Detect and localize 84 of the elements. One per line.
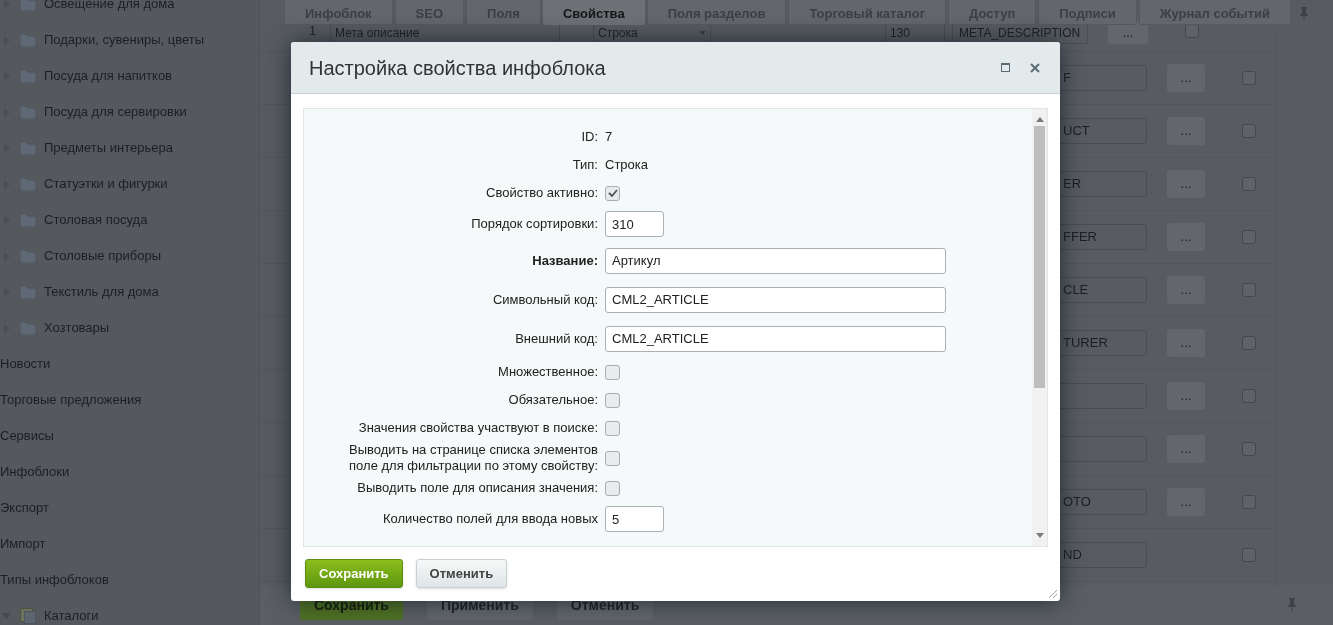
field-label: Обязательное: bbox=[507, 392, 598, 408]
checkbox[interactable] bbox=[605, 185, 620, 201]
input-field[interactable]: CML2_ARTICLE bbox=[605, 325, 946, 352]
sidebar-item[interactable]: Предметы интерьера bbox=[44, 138, 173, 158]
folder-icon bbox=[20, 321, 36, 335]
dialog-title: Настройка свойства инфоблока bbox=[309, 55, 607, 81]
folder-icon bbox=[20, 69, 36, 83]
field-label: Выводить на странице списка элементов поле для фильтрации по этому свойству: bbox=[348, 442, 598, 474]
field-label: Выводить поле для описания значения: bbox=[356, 480, 598, 496]
more-button[interactable]: ... bbox=[1167, 382, 1205, 410]
checkbox[interactable] bbox=[1242, 71, 1256, 85]
sidebar-item[interactable]: Новости bbox=[0, 354, 51, 374]
field-label: Тип: bbox=[571, 157, 598, 173]
more-button[interactable]: ... bbox=[1167, 329, 1205, 357]
sidebar-item[interactable]: Торговые предложения bbox=[0, 390, 142, 410]
sidebar-item[interactable]: Подарки, сувениры, цветы bbox=[44, 30, 205, 50]
checkbox[interactable] bbox=[605, 392, 620, 408]
input-field[interactable]: CML2_ARTICLE bbox=[605, 286, 946, 313]
checkbox[interactable] bbox=[605, 450, 620, 466]
sidebar-item[interactable]: Инфоблоки bbox=[0, 462, 70, 482]
sidebar-item[interactable]: Экспорт bbox=[0, 498, 49, 518]
more-button[interactable]: ... bbox=[1167, 170, 1205, 198]
sidebar-item[interactable]: Столовые приборы bbox=[44, 246, 161, 266]
field-label: Множественное: bbox=[497, 364, 598, 380]
sidebar-item[interactable]: Сервисы bbox=[0, 426, 54, 446]
checkbox[interactable] bbox=[1242, 389, 1256, 403]
folder-icon bbox=[20, 213, 36, 227]
checkbox[interactable] bbox=[1242, 177, 1256, 191]
sidebar-item[interactable]: Импорт bbox=[0, 534, 46, 554]
sidebar-item[interactable]: Столовая посуда bbox=[44, 210, 148, 230]
more-button[interactable]: ... bbox=[1167, 488, 1205, 516]
field-label: Порядок сортировки: bbox=[470, 216, 598, 232]
sidebar-item[interactable]: Хозтовары bbox=[44, 318, 110, 338]
folder-icon bbox=[20, 177, 36, 191]
save-button[interactable]: Сохранить bbox=[305, 559, 403, 588]
folder-icon bbox=[20, 249, 36, 263]
checkbox[interactable] bbox=[605, 420, 620, 436]
cancel-button[interactable]: Отменить bbox=[415, 559, 508, 588]
checkbox[interactable] bbox=[1242, 283, 1256, 297]
sidebar-item[interactable]: Каталоги bbox=[44, 606, 99, 625]
checkbox[interactable] bbox=[1242, 442, 1256, 456]
field-label: Количество полей для ввода новых bbox=[381, 511, 598, 527]
field-value: 7 bbox=[605, 128, 613, 147]
field-label: Название: bbox=[531, 252, 598, 269]
checkbox[interactable] bbox=[1242, 124, 1256, 138]
checkbox[interactable] bbox=[1242, 548, 1256, 562]
folder-icon bbox=[20, 33, 36, 47]
resize-grip-icon[interactable] bbox=[1047, 588, 1058, 599]
field-label: Свойство активно: bbox=[485, 185, 598, 201]
field-label: Внешний код: bbox=[514, 330, 598, 347]
more-button[interactable]: ... bbox=[1167, 117, 1205, 145]
sidebar-item[interactable]: Посуда для напитков bbox=[44, 66, 173, 86]
input-field[interactable]: Артикул bbox=[605, 247, 946, 274]
more-button[interactable]: ... bbox=[1167, 223, 1205, 251]
checkbox[interactable] bbox=[605, 364, 620, 380]
scroll-thumb[interactable] bbox=[1034, 126, 1045, 388]
pin-icon bbox=[1287, 598, 1297, 612]
input-field[interactable]: 5 bbox=[605, 506, 664, 532]
close-icon[interactable] bbox=[1030, 62, 1040, 73]
more-button[interactable]: ... bbox=[1167, 435, 1205, 463]
field-label: Значения свойства участвуют в поиске: bbox=[357, 420, 598, 436]
tab[interactable]: Свойства bbox=[542, 0, 645, 25]
folder-icon bbox=[20, 141, 36, 155]
field-value: Строка bbox=[605, 156, 648, 175]
sidebar-item[interactable]: Типы инфоблоков bbox=[0, 570, 109, 590]
field-label: ID: bbox=[580, 129, 598, 145]
sidebar-item[interactable]: Текстиль для дома bbox=[44, 282, 159, 302]
scrollbar[interactable] bbox=[1032, 109, 1047, 546]
sidebar-item[interactable]: Посуда для сервировки bbox=[44, 102, 187, 122]
scroll-up-icon[interactable] bbox=[1035, 117, 1044, 122]
more-button[interactable]: ... bbox=[1167, 276, 1205, 304]
sidebar-item[interactable]: Освещение для дома bbox=[44, 0, 175, 14]
scroll-down-icon[interactable] bbox=[1035, 533, 1044, 538]
checkbox[interactable] bbox=[1242, 230, 1256, 244]
input-field[interactable]: 310 bbox=[605, 211, 664, 237]
folder-icon bbox=[20, 105, 36, 119]
checkbox[interactable] bbox=[605, 480, 620, 496]
pin-icon bbox=[1299, 7, 1309, 21]
checkbox[interactable] bbox=[1242, 495, 1256, 509]
more-button[interactable]: ... bbox=[1167, 64, 1205, 92]
folder-icon bbox=[20, 285, 36, 299]
checkbox[interactable] bbox=[1242, 336, 1256, 350]
field-label: Символьный код: bbox=[491, 291, 598, 308]
maximize-icon[interactable] bbox=[1001, 63, 1010, 72]
